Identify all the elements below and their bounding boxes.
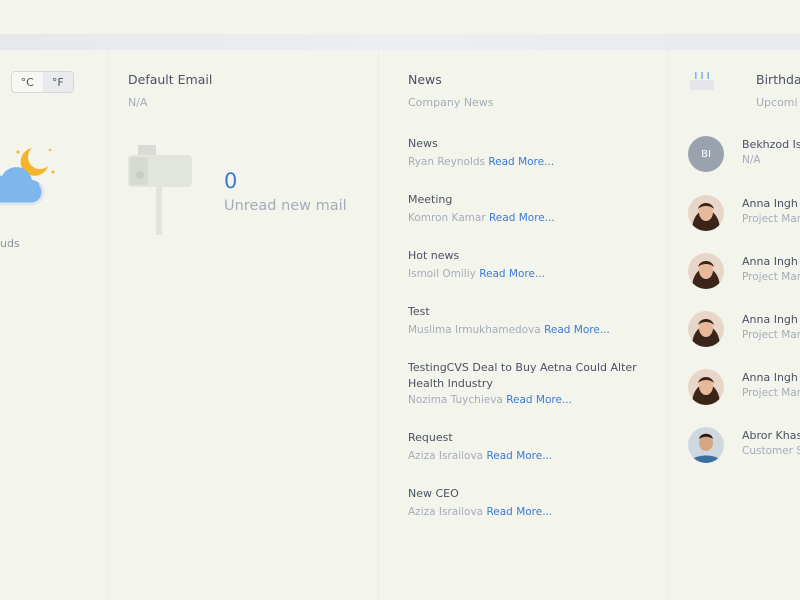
read-more-link[interactable]: Read More...: [489, 212, 555, 224]
avatar: [688, 311, 724, 347]
read-more-link[interactable]: Read More...: [544, 324, 610, 336]
birthdays-title: Birthda: [756, 72, 800, 87]
news-item: News Ryan Reynolds Read More...: [408, 136, 658, 170]
person-role: Project Man: [742, 387, 800, 399]
news-item-title: Request: [408, 431, 453, 444]
avatar: BI: [688, 136, 724, 172]
birthday-person[interactable]: Anna Ingh Project Man: [688, 369, 800, 407]
divider: [668, 50, 669, 600]
email-address: N/A: [128, 96, 148, 109]
person-name: Bekhzod Is: [742, 138, 800, 151]
weather-description: uds: [0, 237, 20, 250]
top-bar: [0, 34, 800, 50]
news-item-title: TestingCVS Deal to Buy Aetna Could Alter…: [408, 361, 637, 390]
news-item: Hot news Ismoil Omiliy Read More...: [408, 248, 658, 282]
person-role: N/A: [742, 154, 761, 166]
birthdays-subtitle: Upcomi: [756, 96, 798, 109]
unread-mail-count: 0: [224, 169, 238, 193]
person-name: Anna Ingh: [742, 197, 798, 210]
person-name: Anna Ingh: [742, 371, 798, 384]
news-item-author: Ryan Reynolds: [408, 156, 485, 168]
avatar: [688, 253, 724, 289]
news-widget: News Company News News Ryan Reynolds Rea…: [390, 50, 665, 600]
news-item: New CEO Aziza Israilova Read More...: [408, 486, 658, 520]
partly-cloudy-night-icon: [0, 148, 55, 206]
birthday-cake-icon: [690, 72, 714, 90]
avatar: [688, 369, 724, 405]
news-item-author: Aziza Israilova: [408, 450, 484, 462]
news-subtitle: Company News: [408, 96, 494, 109]
email-title: Default Email: [128, 72, 213, 87]
news-item: TestingCVS Deal to Buy Aetna Could Alter…: [408, 360, 658, 408]
news-item-author: Komron Kamar: [408, 212, 486, 224]
email-widget: Default Email N/A 0 Unread new mail: [110, 50, 375, 600]
divider: [378, 50, 379, 600]
birthday-person[interactable]: Anna Ingh Project Man: [688, 195, 800, 233]
person-name: Abror Khas: [742, 429, 800, 442]
read-more-link[interactable]: Read More...: [506, 394, 572, 406]
news-item: Meeting Komron Kamar Read More...: [408, 192, 658, 226]
weather-widget: °C °F uds: [0, 50, 108, 600]
person-name: Anna Ingh: [742, 313, 798, 326]
news-item-author: Aziza Israilova: [408, 506, 484, 518]
news-title: News: [408, 72, 442, 87]
birthday-person[interactable]: Anna Ingh Project Man: [688, 253, 800, 291]
unread-mail-label: Unread new mail: [224, 198, 347, 214]
birthdays-widget: Birthda Upcomi BI Bekhzod Is N/A Anna In…: [670, 50, 800, 600]
person-name: Anna Ingh: [742, 255, 798, 268]
read-more-link[interactable]: Read More...: [486, 506, 552, 518]
news-item: Request Aziza Israilova Read More...: [408, 430, 658, 464]
fahrenheit-button[interactable]: °F: [42, 72, 73, 92]
birthday-person[interactable]: BI Bekhzod Is N/A: [688, 136, 800, 174]
read-more-link[interactable]: Read More...: [486, 450, 552, 462]
news-item-title: News: [408, 137, 438, 150]
mailbox-icon: [128, 145, 192, 235]
person-role: Project Man: [742, 213, 800, 225]
news-item: Test Muslima Irmukhamedova Read More...: [408, 304, 658, 338]
news-item-author: Ismoil Omiliy: [408, 268, 476, 280]
news-item-title: Test: [408, 305, 430, 318]
read-more-link[interactable]: Read More...: [488, 156, 554, 168]
news-list: News Ryan Reynolds Read More... Meeting …: [408, 136, 658, 542]
person-role: Project Man: [742, 271, 800, 283]
divider: [108, 50, 109, 600]
news-item-title: Meeting: [408, 193, 453, 206]
news-item-author: Nozima Tuychieva: [408, 394, 503, 406]
birthday-person[interactable]: Anna Ingh Project Man: [688, 311, 800, 349]
news-item-title: Hot news: [408, 249, 460, 262]
person-role: Customer S: [742, 445, 800, 457]
avatar: [688, 427, 724, 463]
celsius-button[interactable]: °C: [12, 72, 43, 92]
birthday-person[interactable]: Abror Khas Customer S: [688, 427, 800, 465]
person-role: Project Man: [742, 329, 800, 341]
temperature-unit-toggle: °C °F: [11, 71, 74, 93]
read-more-link[interactable]: Read More...: [479, 268, 545, 280]
avatar: [688, 195, 724, 231]
news-item-author: Muslima Irmukhamedova: [408, 324, 541, 336]
news-item-title: New CEO: [408, 487, 459, 500]
